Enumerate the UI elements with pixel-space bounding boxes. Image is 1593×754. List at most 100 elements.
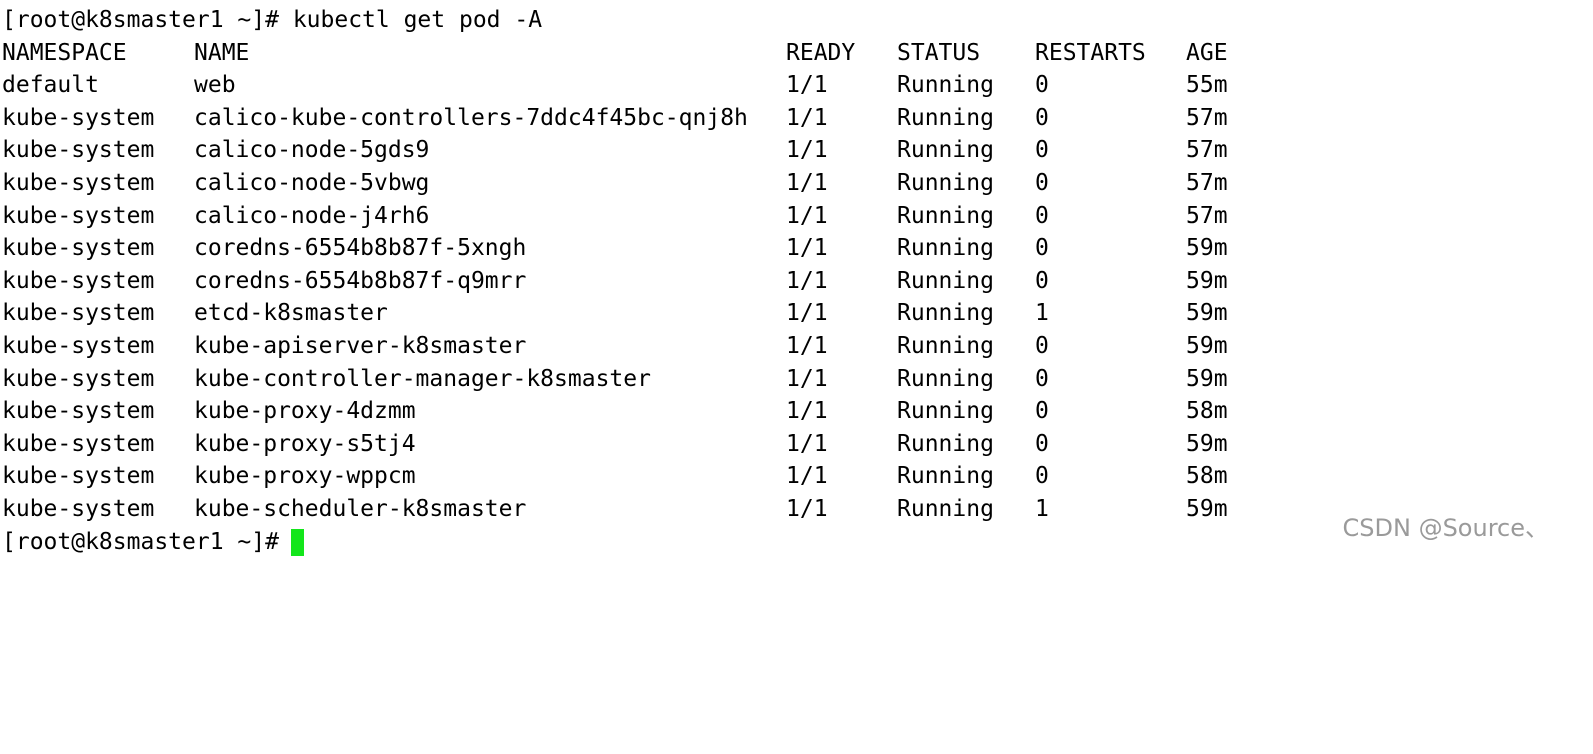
- row-pod-name: kube-proxy-s5tj4: [194, 430, 416, 457]
- row-status: Running: [897, 463, 994, 490]
- table-row: kube-system calico-node-5vbwg 1/1 Runnin…: [2, 167, 1587, 200]
- command-text: kubectl get pod -A: [292, 7, 543, 33]
- row-pod-name: kube-proxy-4dzmm: [194, 398, 416, 425]
- row-age: 59m: [1186, 235, 1228, 262]
- row-age: 57m: [1186, 137, 1228, 164]
- header-name: NAME: [194, 39, 250, 66]
- command-line: [root@k8smaster1 ~]# kubectl get pod -A: [2, 4, 1587, 37]
- header-status: STATUS: [897, 39, 981, 66]
- row-age: 59m: [1186, 332, 1228, 359]
- row-age: 59m: [1186, 365, 1228, 392]
- row-namespace: kube-system: [2, 365, 155, 392]
- terminal-cursor[interactable]: [291, 528, 304, 556]
- table-row: kube-system calico-node-j4rh6 1/1 Runnin…: [2, 200, 1587, 233]
- row-pod-name: calico-kube-controllers-7ddc4f45bc-qnj8h: [194, 104, 748, 131]
- table-row: kube-system etcd-k8smaster 1/1 Running 1…: [2, 297, 1587, 330]
- row-pod-name: kube-controller-manager-k8smaster: [194, 365, 651, 392]
- row-status: Running: [897, 104, 994, 131]
- row-age: 59m: [1186, 267, 1228, 294]
- header-restarts: RESTARTS: [1035, 39, 1146, 66]
- table-row: kube-system kube-proxy-4dzmm 1/1 Running…: [2, 395, 1587, 428]
- row-pod-name: etcd-k8smaster: [194, 300, 388, 327]
- row-namespace: kube-system: [2, 137, 155, 164]
- row-namespace: kube-system: [2, 235, 155, 262]
- row-age: 59m: [1186, 495, 1228, 522]
- row-status: Running: [897, 137, 994, 164]
- row-namespace: kube-system: [2, 430, 155, 457]
- row-ready: 1/1: [786, 365, 828, 392]
- row-ready: 1/1: [786, 300, 828, 327]
- row-restarts: 0: [1035, 72, 1049, 99]
- table-row: default web 1/1 Running 0 55m: [2, 69, 1587, 102]
- row-restarts: 0: [1035, 137, 1049, 164]
- command-line-text: [root@k8smaster1 ~]# kubectl get pod -A: [2, 4, 542, 37]
- final-shell-prompt: [root@k8smaster1 ~]#: [2, 528, 279, 555]
- header-ready: READY: [786, 39, 856, 66]
- row-status: Running: [897, 72, 994, 99]
- row-status: Running: [897, 398, 994, 425]
- row-namespace: kube-system: [2, 300, 155, 327]
- row-namespace: kube-system: [2, 202, 155, 229]
- row-pod-name: calico-node-5gds9: [194, 137, 430, 164]
- row-pod-name: calico-node-5vbwg: [194, 169, 430, 196]
- row-status: Running: [897, 169, 994, 196]
- row-ready: 1/1: [786, 267, 828, 294]
- row-namespace: kube-system: [2, 169, 155, 196]
- row-namespace: kube-system: [2, 332, 155, 359]
- row-restarts: 0: [1035, 463, 1049, 490]
- row-restarts: 0: [1035, 365, 1049, 392]
- watermark: CSDN @Source、: [1342, 514, 1549, 542]
- row-restarts: 0: [1035, 430, 1049, 457]
- row-age: 59m: [1186, 300, 1228, 327]
- row-age: 57m: [1186, 104, 1228, 131]
- row-ready: 1/1: [786, 137, 828, 164]
- row-age: 57m: [1186, 202, 1228, 229]
- row-age: 57m: [1186, 169, 1228, 196]
- row-age: 58m: [1186, 398, 1228, 425]
- row-ready: 1/1: [786, 104, 828, 131]
- row-status: Running: [897, 202, 994, 229]
- row-namespace: kube-system: [2, 495, 155, 522]
- row-status: Running: [897, 267, 994, 294]
- row-pod-name: calico-node-j4rh6: [194, 202, 430, 229]
- table-row: kube-system calico-kube-controllers-7ddc…: [2, 102, 1587, 135]
- row-status: Running: [897, 430, 994, 457]
- row-restarts: 0: [1035, 398, 1049, 425]
- terminal-window[interactable]: [root@k8smaster1 ~]# kubectl get pod -A …: [2, 4, 1587, 556]
- row-restarts: 0: [1035, 104, 1049, 131]
- table-row: kube-system kube-proxy-wppcm 1/1 Running…: [2, 460, 1587, 493]
- row-pod-name: kube-scheduler-k8smaster: [194, 495, 527, 522]
- row-restarts: 0: [1035, 332, 1049, 359]
- row-namespace: kube-system: [2, 104, 155, 131]
- row-restarts: 0: [1035, 169, 1049, 196]
- row-ready: 1/1: [786, 463, 828, 490]
- row-restarts: 1: [1035, 300, 1049, 327]
- table-row: kube-system calico-node-5gds9 1/1 Runnin…: [2, 134, 1587, 167]
- row-namespace: kube-system: [2, 398, 155, 425]
- header-namespace: NAMESPACE: [2, 39, 127, 66]
- row-age: 55m: [1186, 72, 1228, 99]
- row-namespace: kube-system: [2, 463, 155, 490]
- table-row: kube-system kube-apiserver-k8smaster 1/1…: [2, 330, 1587, 363]
- row-ready: 1/1: [786, 495, 828, 522]
- row-pod-name: web: [194, 72, 236, 99]
- row-pod-name: coredns-6554b8b87f-q9mrr: [194, 267, 527, 294]
- header-age: AGE: [1186, 39, 1228, 66]
- row-restarts: 0: [1035, 267, 1049, 294]
- table-header: NAMESPACE NAME READY STATUS RESTARTS AGE: [2, 37, 1587, 70]
- row-ready: 1/1: [786, 169, 828, 196]
- shell-prompt: [root@k8smaster1 ~]#: [2, 7, 279, 33]
- row-ready: 1/1: [786, 430, 828, 457]
- row-ready: 1/1: [786, 332, 828, 359]
- table-row: kube-system kube-proxy-s5tj4 1/1 Running…: [2, 428, 1587, 461]
- table-row: kube-system kube-controller-manager-k8sm…: [2, 363, 1587, 396]
- row-status: Running: [897, 365, 994, 392]
- row-status: Running: [897, 495, 994, 522]
- row-pod-name: coredns-6554b8b87f-5xngh: [194, 235, 527, 262]
- row-namespace: default: [2, 72, 99, 99]
- row-restarts: 0: [1035, 202, 1049, 229]
- row-restarts: 0: [1035, 235, 1049, 262]
- row-ready: 1/1: [786, 398, 828, 425]
- row-status: Running: [897, 332, 994, 359]
- row-ready: 1/1: [786, 72, 828, 99]
